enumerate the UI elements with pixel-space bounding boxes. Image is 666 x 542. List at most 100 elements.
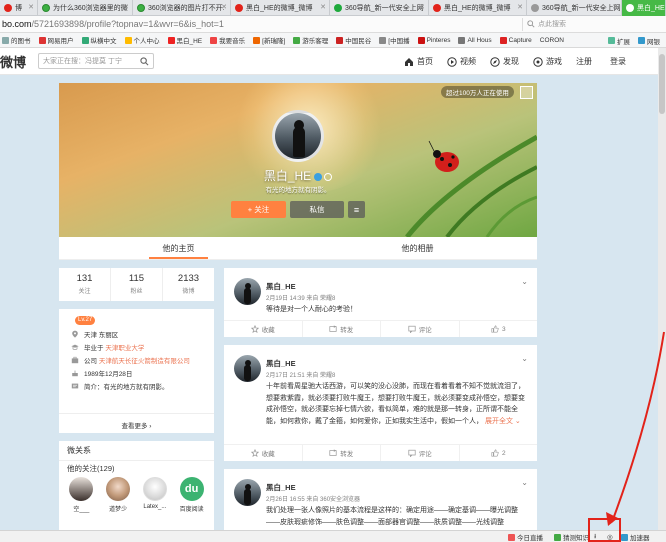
info-birthday: 1989年12月28日 [71,366,206,379]
nav-discover[interactable]: 发现 [490,56,519,67]
favorite-button[interactable]: 收藏 [224,445,303,461]
nav-video[interactable]: 视频 [447,56,476,67]
company-link[interactable]: 天津航天长征火箭制造有限公司 [99,355,190,365]
stat-following[interactable]: 131 关注 [59,268,111,301]
verified-icon [314,172,323,181]
like-button[interactable]: 3 [460,321,538,337]
online-banking-button[interactable]: 网银 [636,36,660,46]
followed-user[interactable]: du 百度阅读 [173,477,210,513]
repost-button[interactable]: 转发 [303,445,381,461]
weibo-logo[interactable]: 微博 [0,52,36,71]
knowledge-button[interactable]: 猜测知识 [554,531,589,542]
tab-close-icon[interactable]: ✕ [221,3,227,11]
bookmark-item[interactable]: [中国播 [377,35,410,45]
nav-games[interactable]: 游戏 [533,56,562,67]
level-badge[interactable]: Lv.27 [75,316,96,325]
scrollbar-thumb[interactable] [659,54,665,114]
bookmark-item[interactable]: Capture [498,36,532,44]
bookmark-item[interactable]: CORON [538,37,564,44]
tab-close-icon[interactable]: ✕ [419,3,425,11]
bookmark-icon [293,36,301,44]
profile-tabs: 他的主页 他的相册 [59,237,537,260]
bookmark-item[interactable]: All Hous [456,36,492,44]
post-avatar[interactable] [234,278,261,305]
avatar-figure-body [244,489,251,505]
like-button[interactable]: 2 [460,445,538,461]
school-link[interactable]: 天津职业大学 [105,342,144,352]
weibo-search-input[interactable]: 大家正在搜：冯提莫 丁宁 [38,53,154,69]
login-link[interactable]: 登录 [610,56,626,67]
post-author[interactable]: 黑白_HE [266,482,296,493]
browser-tab[interactable]: 为什么360浏览器里的微 ✕ [38,0,133,16]
tab-close-icon[interactable]: ✕ [612,3,618,11]
post-author[interactable]: 黑白_HE [266,358,296,369]
browser-search-input[interactable]: 点此搜索 [522,17,662,31]
bookmark-item[interactable]: 我要音乐 [208,35,245,45]
avatar-figure-body [293,127,305,157]
followed-user[interactable]: 道梦少 [100,477,137,513]
chevron-down-icon[interactable]: ⌄ [521,277,528,286]
follow-button[interactable]: + 关注 [231,201,286,218]
chevron-down-icon[interactable]: ⌄ [521,354,528,363]
more-menu-button[interactable]: ≡ [348,201,365,218]
accelerator-button[interactable]: 加速器 [621,531,650,542]
tab-close-icon[interactable]: ✕ [320,3,326,11]
browser-tab[interactable]: 黑白_HE的微博_微博 ✕ [231,0,330,16]
message-button[interactable]: 私信 [290,201,344,218]
extensions-button[interactable]: 扩展 [606,36,630,46]
stat-followers[interactable]: 115 粉丝 [111,268,163,301]
bookmark-item[interactable]: 中国民谷 [334,35,371,45]
nav-home[interactable]: 首页 [404,56,433,67]
profile-nickname: 黑白_HE [59,167,537,184]
expand-full-text-link[interactable]: 展开全文 ⌄ [485,418,521,425]
url-field[interactable]: bo.com/5721693898/profile?topnav=1&wvr=6… [2,19,522,29]
bookmark-item[interactable]: 网易用户 [37,35,74,45]
favorite-button[interactable]: 收藏 [224,321,303,337]
bookmark-item[interactable]: 个人中心 [123,35,160,45]
followed-user[interactable]: Latex_... [137,477,174,513]
browser-tab[interactable]: 360导航_新一代安全上网 ✕ [527,0,622,16]
bookmark-icon [167,36,175,44]
bookmark-item[interactable]: [新瑞隆] [251,35,285,45]
browser-tab[interactable]: 360导航_新一代安全上网 ✕ [330,0,429,16]
bookmark-item[interactable]: 的图书 [0,35,31,45]
stat-posts[interactable]: 2133 微博 [163,268,214,301]
tab-close-icon[interactable]: ✕ [517,3,523,11]
following-list-link[interactable]: 他的关注(129) [59,461,214,475]
browser-tab[interactable]: 博 ✕ [0,0,38,16]
comment-button[interactable]: 评论 [381,445,460,461]
view-more-link[interactable]: 查看更多 › [59,420,214,430]
browser-tab[interactable]: 黑白_HE的微博_微博 ✕ [429,0,527,16]
chevron-down-icon[interactable]: ⌄ [521,478,528,487]
bookmark-item[interactable]: Pinteres [416,36,450,44]
bookmark-item[interactable]: 游乐客理 [291,35,328,45]
feed-post: 黑白_HE 2月17日 21:51 来自 荣耀8 ⌄ 十年前看周星驰大话西游，可… [224,345,537,461]
feed-post: 黑白_HE 2月19日 14:39 来自 荣耀8 ⌄ 等待是对一个人耐心的考验！… [224,268,537,337]
profile-info-card: Lv.27 天津 东丽区 毕业于 天津职业大学 公司 天津航天长征火箭制造有限公… [59,309,214,433]
live-today-button[interactable]: 今日直播 [508,531,543,542]
post-avatar[interactable] [234,479,261,506]
tab-album[interactable]: 他的相册 [298,237,537,259]
followed-user[interactable]: 空___ [63,477,100,513]
search-icon[interactable] [140,57,149,66]
graduation-cap-icon [71,344,79,350]
bookmarks-bar: 的图书 网易用户 纵横中文 个人中心 黑白_HE 我要音乐 [新瑞隆] 游乐客理… [0,33,666,48]
tab-home[interactable]: 他的主页 [59,237,298,259]
browser-tab-bar: 博 ✕ 为什么360浏览器里的微 ✕ 360浏览器的图片打不开. ✕ 黑白_HE的微博… [0,0,666,16]
repost-button[interactable]: 转发 [303,321,381,337]
profile-avatar[interactable] [272,110,324,162]
tab-close-icon[interactable]: ✕ [123,3,129,11]
tab-close-icon[interactable]: ✕ [28,3,34,11]
browser-tab[interactable]: 360浏览器的图片打不开. ✕ [133,0,231,16]
bank-icon [638,37,645,44]
browser-tab-active[interactable]: 黑白_HE [622,0,666,16]
skin-icon[interactable] [520,86,533,99]
comment-button[interactable]: 评论 [381,321,460,337]
thumbs-up-icon [491,325,499,333]
post-avatar[interactable] [234,355,261,382]
post-author[interactable]: 黑白_HE [266,281,296,292]
register-link[interactable]: 注册 [576,56,592,67]
bookmark-item[interactable]: 纵横中文 [80,35,117,45]
avatar-figure-body [244,365,251,381]
bookmark-item[interactable]: 黑白_HE [166,35,202,45]
